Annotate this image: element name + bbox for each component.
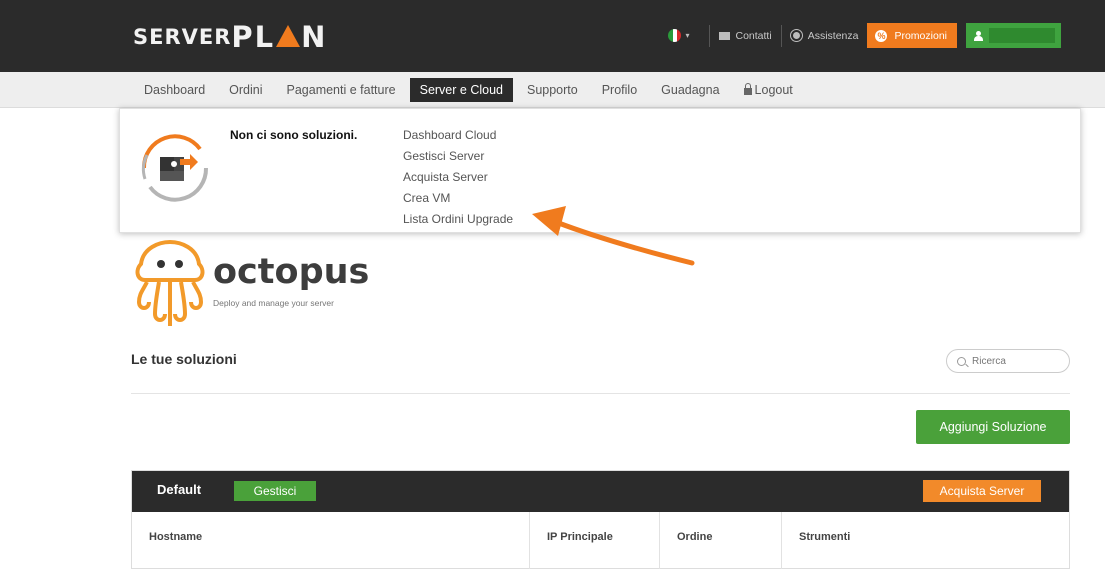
link-crea-vm[interactable]: Crea VM: [403, 188, 513, 209]
group-name: Default: [157, 482, 202, 497]
support-link[interactable]: Assistenza: [790, 29, 859, 42]
solution-group-header: Default Gestisci Acquista Server: [132, 471, 1069, 512]
search-input[interactable]: Ricerca: [946, 349, 1070, 373]
logo-text-plan: PL N: [231, 20, 327, 54]
percent-icon: %: [875, 29, 888, 42]
divider: [780, 24, 782, 47]
dropdown-links: Dashboard Cloud Gestisci Server Acquista…: [403, 125, 513, 230]
column-header-strumenti: Strumenti: [799, 531, 851, 543]
nav-item-pagamenti[interactable]: Pagamenti e fatture: [277, 78, 406, 102]
octopus-tagline: Deploy and manage your server: [213, 298, 334, 308]
lock-icon: [743, 82, 752, 95]
user-account-button[interactable]: [966, 23, 1061, 48]
page: SERVER PL N ▾ Contatti Assistenza % Prom…: [0, 0, 1105, 569]
logo-triangle-icon: [276, 25, 301, 47]
nav-item-supporto[interactable]: Supporto: [517, 78, 588, 102]
divider: [131, 393, 1070, 394]
logout-label: Logout: [754, 83, 793, 97]
nav-item-ordini[interactable]: Ordini: [219, 78, 272, 102]
no-solutions-message: Non ci sono soluzioni.: [230, 128, 358, 142]
solution-group-card: Default Gestisci Acquista Server Hostnam…: [131, 470, 1070, 569]
gear-icon: [790, 30, 802, 41]
nav-item-profilo[interactable]: Profilo: [592, 78, 647, 102]
column-header-ip: IP Principale: [530, 512, 660, 569]
main-nav: Dashboard Ordini Pagamenti e fatture Ser…: [0, 72, 1105, 108]
user-name-redacted: [989, 28, 1055, 43]
contacts-label: Contatti: [735, 29, 772, 42]
language-caret-icon[interactable]: ▾: [685, 31, 689, 40]
octopus-wordmark: octopus: [213, 252, 370, 292]
puzzle-solutions-icon: [141, 134, 209, 202]
octopus-mascot-icon: [135, 240, 205, 326]
nav-item-server-cloud[interactable]: Server e Cloud: [409, 78, 513, 102]
nav-items: Dashboard Ordini Pagamenti e fatture Ser…: [134, 78, 807, 102]
buy-server-button[interactable]: Acquista Server: [923, 480, 1041, 502]
solutions-title: Le tue soluzioni: [131, 351, 237, 367]
manage-group-button[interactable]: Gestisci: [234, 481, 316, 501]
support-label: Assistenza: [807, 29, 859, 42]
server-cloud-dropdown: Non ci sono soluzioni. Dashboard Cloud G…: [119, 108, 1081, 233]
logo-text-n: N: [301, 20, 328, 54]
top-right-menu: ▾ Contatti Assistenza % Promozioni: [668, 23, 1061, 48]
add-solution-button[interactable]: Aggiungi Soluzione: [916, 410, 1070, 444]
promotions-button[interactable]: % Promozioni: [867, 23, 957, 48]
link-dashboard-cloud[interactable]: Dashboard Cloud: [403, 125, 513, 146]
nav-item-logout[interactable]: Logout: [734, 78, 803, 102]
logo-text-server: SERVER: [133, 25, 232, 49]
serverplan-logo[interactable]: SERVER PL N: [133, 20, 327, 54]
search-placeholder: Ricerca: [972, 355, 1006, 367]
contacts-link[interactable]: Contatti: [718, 29, 772, 42]
divider: [708, 24, 710, 47]
nav-item-guadagna[interactable]: Guadagna: [651, 78, 729, 102]
nav-item-dashboard[interactable]: Dashboard: [134, 78, 215, 102]
italian-flag-icon[interactable]: [668, 29, 682, 42]
search-icon: [957, 356, 966, 366]
table-header-row: Hostname IP Principale Ordine Strumenti: [132, 512, 1069, 569]
column-header-hostname: Hostname: [132, 512, 530, 569]
promotions-label: Promozioni: [894, 29, 947, 42]
link-lista-ordini-upgrade[interactable]: Lista Ordini Upgrade: [403, 209, 513, 230]
user-icon: [974, 30, 983, 41]
link-acquista-server[interactable]: Acquista Server: [403, 167, 513, 188]
octopus-logo: octopus Deploy and manage your server: [133, 240, 369, 330]
envelope-icon: [718, 31, 730, 40]
column-header-ordine: Ordine: [660, 512, 782, 569]
top-bar: SERVER PL N ▾ Contatti Assistenza % Prom…: [0, 0, 1105, 72]
logo-text-pl: PL: [231, 20, 276, 54]
link-gestisci-server[interactable]: Gestisci Server: [403, 146, 513, 167]
